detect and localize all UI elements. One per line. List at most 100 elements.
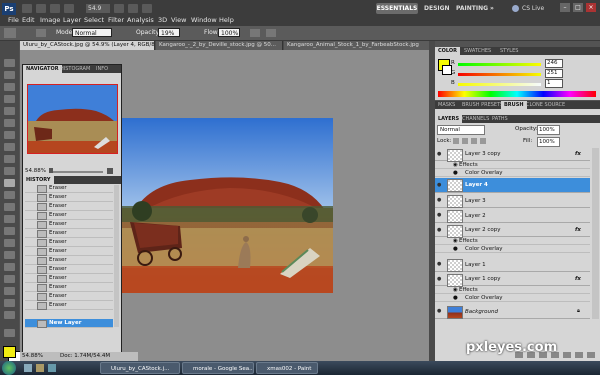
visibility-eye-icon[interactable]	[437, 183, 443, 188]
menu-image[interactable]: Image	[40, 16, 60, 24]
bridge-icon[interactable]	[22, 4, 32, 13]
navigator-zoom-value[interactable]: 54.88%	[25, 168, 46, 174]
color-overlay-row[interactable]: ● Color Overlay	[435, 245, 590, 253]
gradient-tool-icon[interactable]	[4, 191, 15, 199]
pen-tool-icon[interactable]	[4, 227, 15, 235]
clone-stamp-tool-icon[interactable]	[4, 155, 15, 163]
airbrush-icon[interactable]	[250, 29, 260, 37]
effects-row[interactable]: ◉ Effects	[435, 237, 590, 245]
menu-select[interactable]: Select	[84, 16, 104, 24]
layer-row[interactable]: Layer 1	[435, 258, 590, 272]
layers-scrollbar[interactable]	[592, 148, 599, 319]
layer-opacity-field[interactable]: 100%	[537, 125, 560, 135]
tab-channels[interactable]: CHANNELS	[459, 115, 492, 123]
history-item[interactable]: Eraser	[25, 247, 113, 256]
menu-edit[interactable]: Edit	[22, 16, 35, 24]
lock-all-icon[interactable]	[480, 138, 486, 144]
lock-transparent-icon[interactable]	[453, 138, 459, 144]
visibility-eye-icon[interactable]	[437, 277, 443, 282]
layer-row-background[interactable]: Background 🔒︎	[435, 305, 590, 319]
arrange-documents-icon[interactable]	[128, 4, 138, 13]
blend-mode-select[interactable]: Normal	[437, 125, 485, 135]
visibility-eye-icon[interactable]	[437, 213, 443, 218]
quick-launch-icon[interactable]	[48, 364, 56, 372]
history-brush-tool-icon[interactable]	[4, 167, 15, 175]
blue-value[interactable]: 1	[545, 79, 563, 88]
opacity-field[interactable]: 19%	[158, 28, 180, 37]
visibility-eye-icon[interactable]	[437, 309, 443, 314]
workspace-essentials-button[interactable]: ESSENTIALS	[376, 3, 418, 14]
zoom-level-box[interactable]: 54.9	[86, 4, 110, 13]
history-item[interactable]: Eraser	[25, 301, 113, 310]
crop-tool-icon[interactable]	[4, 107, 15, 115]
blue-slider[interactable]	[458, 83, 541, 86]
fill-field[interactable]: 100%	[537, 137, 560, 147]
effect-eye-icon[interactable]: ●	[453, 294, 458, 302]
taskbar-browser-button[interactable]: morale - Google Sea...	[182, 362, 254, 374]
menu-analysis[interactable]: Analysis	[127, 16, 154, 24]
menu-layer[interactable]: Layer	[63, 16, 81, 24]
menu-window[interactable]: Window	[191, 16, 217, 24]
visibility-eye-icon[interactable]	[437, 228, 443, 233]
visibility-eye-icon[interactable]	[437, 198, 443, 203]
lock-image-icon[interactable]	[462, 138, 468, 144]
foreground-color-swatch[interactable]	[3, 346, 16, 358]
status-zoom[interactable]: 54.88%	[22, 352, 43, 361]
history-item[interactable]: Eraser	[25, 220, 113, 229]
3d-orbit-tool-icon[interactable]	[4, 287, 15, 295]
quick-launch-icon[interactable]	[36, 364, 44, 372]
tab-clone-source[interactable]: CLONE SOURCE	[523, 101, 568, 109]
history-item[interactable]: Eraser	[25, 274, 113, 283]
tablet-pressure-icon[interactable]	[266, 29, 276, 37]
start-button[interactable]	[2, 361, 16, 375]
workspace-more-button[interactable]: »	[490, 3, 494, 14]
layer-row[interactable]: Layer 3 copy fx	[435, 148, 590, 162]
type-tool-icon[interactable]	[4, 239, 15, 247]
color-overlay-row[interactable]: ● Color Overlay	[435, 169, 590, 177]
tab-color[interactable]: COLOR	[435, 47, 461, 55]
shape-tool-icon[interactable]	[4, 263, 15, 271]
tab-kangaroo-animal-document[interactable]: Kangaroo_Animal_Stock_1_by_FarbeabStock.…	[284, 41, 435, 50]
cs-live-button[interactable]: CS Live	[522, 3, 544, 14]
document-image[interactable]	[120, 118, 333, 293]
quick-launch-icon[interactable]	[24, 364, 32, 372]
tab-histogram[interactable]: HISTOGRAM	[57, 65, 93, 73]
history-item[interactable]: Eraser	[25, 283, 113, 292]
history-item[interactable]: Eraser	[25, 256, 113, 265]
brush-size-icon[interactable]	[36, 29, 46, 37]
tab-uluru-document[interactable]: Uluru_by_CAStock.jpg @ 54.9% (Layer 4, R…	[20, 41, 155, 50]
quick-mask-icon[interactable]	[4, 329, 15, 337]
magic-wand-tool-icon[interactable]	[4, 95, 15, 103]
tab-masks[interactable]: MASKS	[435, 101, 458, 109]
tab-paths[interactable]: PATHS	[489, 115, 511, 123]
color-overlay-row[interactable]: ● Color Overlay	[435, 294, 590, 302]
zoom-tool-icon[interactable]	[4, 311, 15, 319]
flow-field[interactable]: 100%	[218, 28, 240, 37]
layer-row[interactable]: Layer 3	[435, 194, 590, 208]
visibility-eye-icon[interactable]	[437, 262, 443, 267]
history-item[interactable]: Eraser	[25, 184, 113, 193]
minimize-button[interactable]: –	[560, 3, 570, 12]
close-button[interactable]: ×	[586, 3, 596, 12]
fx-icon[interactable]: fx	[575, 227, 581, 233]
menu-3d[interactable]: 3D	[158, 16, 167, 24]
history-item[interactable]: Eraser	[25, 265, 113, 274]
history-item[interactable]: Eraser	[25, 211, 113, 220]
taskbar-photoshop-button[interactable]: Uluru_by_CAStock.j...	[100, 362, 180, 374]
eyedropper-tool-icon[interactable]	[4, 119, 15, 127]
history-item[interactable]: Eraser	[25, 229, 113, 238]
color-spectrum-bar[interactable]	[438, 91, 596, 97]
workspace-design-button[interactable]: DESIGN	[424, 3, 450, 14]
blur-tool-icon[interactable]	[4, 203, 15, 211]
tab-brush-presets[interactable]: BRUSH PRESETS	[459, 101, 506, 109]
screen-mode-icon[interactable]	[142, 4, 152, 13]
brush-tool-icon[interactable]	[4, 143, 15, 151]
layer-row-selected[interactable]: Layer 4	[435, 178, 590, 193]
effect-eye-icon[interactable]: ●	[453, 245, 458, 253]
eraser-tool-preset-icon[interactable]	[4, 28, 16, 38]
eraser-tool-icon[interactable]	[4, 179, 15, 187]
history-item[interactable]: Eraser	[25, 202, 113, 211]
fx-icon[interactable]: fx	[575, 276, 581, 282]
layer-row[interactable]: Layer 2	[435, 209, 590, 223]
delete-layer-icon[interactable]	[587, 352, 595, 358]
